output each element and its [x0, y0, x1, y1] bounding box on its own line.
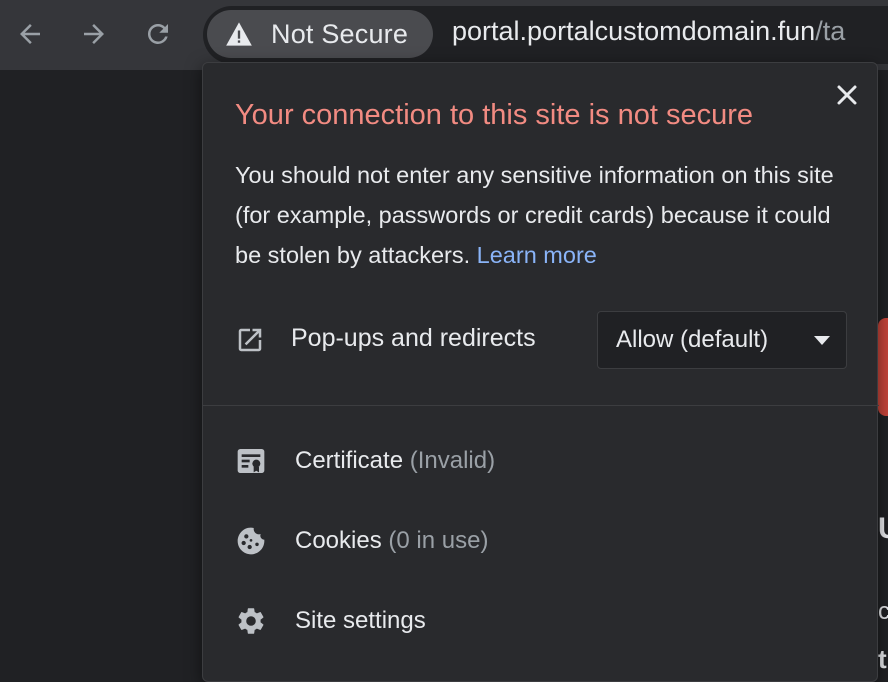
reload-icon [147, 23, 168, 44]
url-text[interactable]: portal.portalcustomdomain.fun/ta [452, 16, 845, 47]
close-button[interactable] [831, 79, 863, 111]
url-path: /ta [815, 16, 846, 46]
menu-item-cookies[interactable]: Cookies (0 in use) [203, 505, 879, 577]
menu-item-site-settings[interactable]: Site settings [203, 585, 879, 657]
page-red-element [878, 318, 888, 416]
page-peek-text: c [878, 598, 888, 625]
chevron-down-icon [814, 336, 830, 345]
cookie-icon [237, 527, 265, 555]
permission-select[interactable]: Allow (default) [597, 311, 847, 369]
permission-selected-value: Allow (default) [616, 326, 769, 353]
menu-item-label: Site settings [295, 607, 426, 634]
close-icon [837, 85, 857, 105]
reload-button[interactable] [138, 14, 178, 54]
certificate-icon [237, 449, 265, 473]
menu-item-certificate[interactable]: Certificate (Invalid) [203, 425, 879, 497]
page-peek-text: U [878, 512, 888, 546]
popup-title: Your connection to this site is not secu… [235, 99, 754, 131]
menu-item-label: Certificate (Invalid) [295, 447, 496, 474]
url-domain: portal.portalcustomdomain.fun [452, 16, 816, 46]
forward-button[interactable] [74, 14, 114, 54]
divider [203, 405, 879, 406]
warning-icon [226, 22, 252, 46]
arrow-right-icon [84, 24, 104, 44]
menu-item-label: Cookies (0 in use) [295, 527, 489, 554]
browser-toolbar: Not Secure portal.portalcustomdomain.fun… [0, 0, 888, 70]
permission-label: Pop-ups and redirects [291, 324, 536, 352]
page-peek-text: t [878, 644, 887, 674]
gear-icon [238, 608, 264, 634]
arrow-left-icon [20, 24, 40, 44]
popup-description: You should not enter any sensitive infor… [235, 155, 855, 275]
security-chip[interactable]: Not Secure [207, 10, 433, 58]
site-info-popup: Your connection to this site is not secu… [202, 62, 879, 682]
learn-more-link[interactable]: Learn more [477, 242, 597, 268]
security-chip-label: Not Secure [271, 18, 409, 49]
back-button[interactable] [10, 14, 50, 54]
external-link-icon [238, 328, 262, 352]
permission-row-popups: Pop-ups and redirects Allow (default) [235, 311, 847, 369]
